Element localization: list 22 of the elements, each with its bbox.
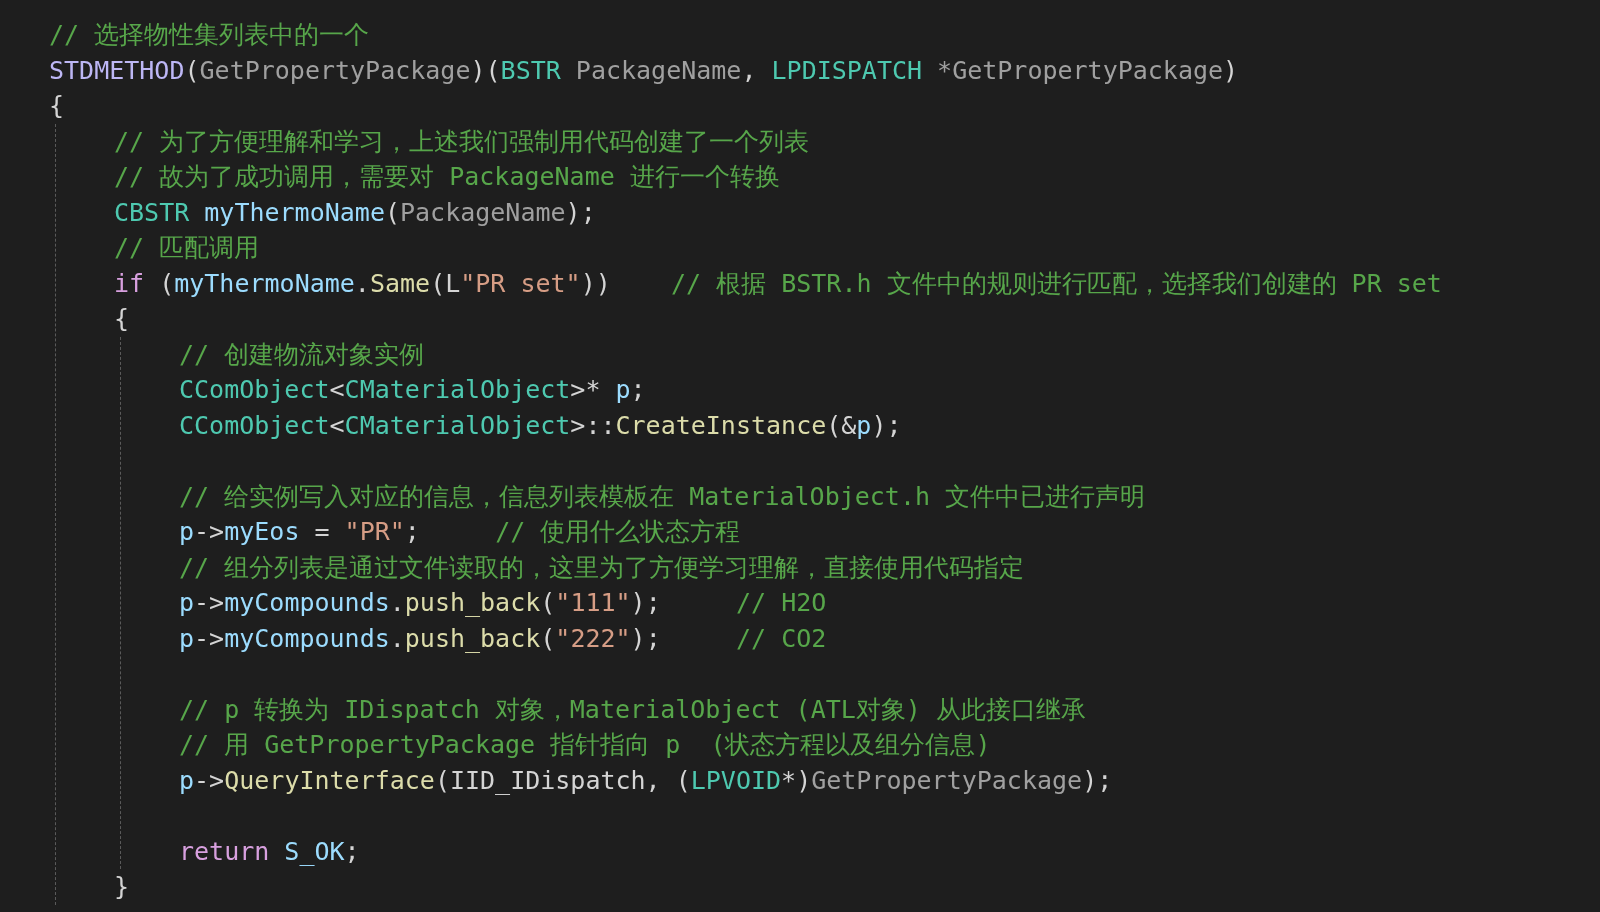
- code-line: // 故为了成功调用，需要对 PackageName 进行一个转换: [114, 161, 780, 193]
- code-line: CComObject<CMaterialObject>* p;: [179, 374, 646, 406]
- code-line: {: [114, 303, 130, 335]
- code-line: return S_OK;: [179, 835, 360, 868]
- code-line: // 选择物性集列表中的一个: [49, 19, 370, 51]
- code-line: CBSTR myThermoName(PackageName);: [114, 196, 596, 229]
- code-line: // 创建物流对象实例: [179, 338, 425, 371]
- code-line: p->myCompounds.push_back("111"); // H2O: [179, 587, 827, 619]
- code-line: // 组分列表是通过文件读取的，这里为了方便学习理解，直接使用代码指定: [179, 551, 1025, 584]
- code-line: // 为了方便理解和学习，上述我们强制用代码创建了一个列表: [114, 125, 810, 158]
- code-line: }: [114, 871, 130, 903]
- code-line: STDMETHOD(GetPropertyPackage)(BSTR PackageName, LPDISPATCH *GetPropertyPackage): [49, 54, 1239, 87]
- code-line: // p 转换为 IDispatch 对象，MaterialObject (ATL对象) 从此接口继承: [179, 693, 1086, 726]
- code-line: // 给实例写入对应的信息，信息列表模板在 MaterialObject.h 文件中已进行声明: [179, 480, 1146, 513]
- code-line: p->QueryInterface(IID_IDispatch, (LPVOID*)GetPropertyPackage);: [179, 764, 1113, 797]
- code-line: if (myThermoName.Same(L"PR set")) // 根据 BSTR.h 文件中的规则进行匹配，选择我们创建的 PR set: [114, 267, 1442, 300]
- code-line: p->myEos = "PR"; // 使用什么状态方程: [179, 516, 741, 548]
- code-line: p->myCompounds.push_back("222"); // CO2: [179, 622, 827, 655]
- code-line: {: [49, 90, 65, 122]
- code-line: CComObject<CMaterialObject>::CreateInstance(&p);: [179, 409, 902, 442]
- code-line: // 匹配调用: [114, 232, 260, 264]
- code-line: // 用 GetPropertyPackage 指针指向 p (状态方程以及组分信息): [179, 729, 991, 761]
